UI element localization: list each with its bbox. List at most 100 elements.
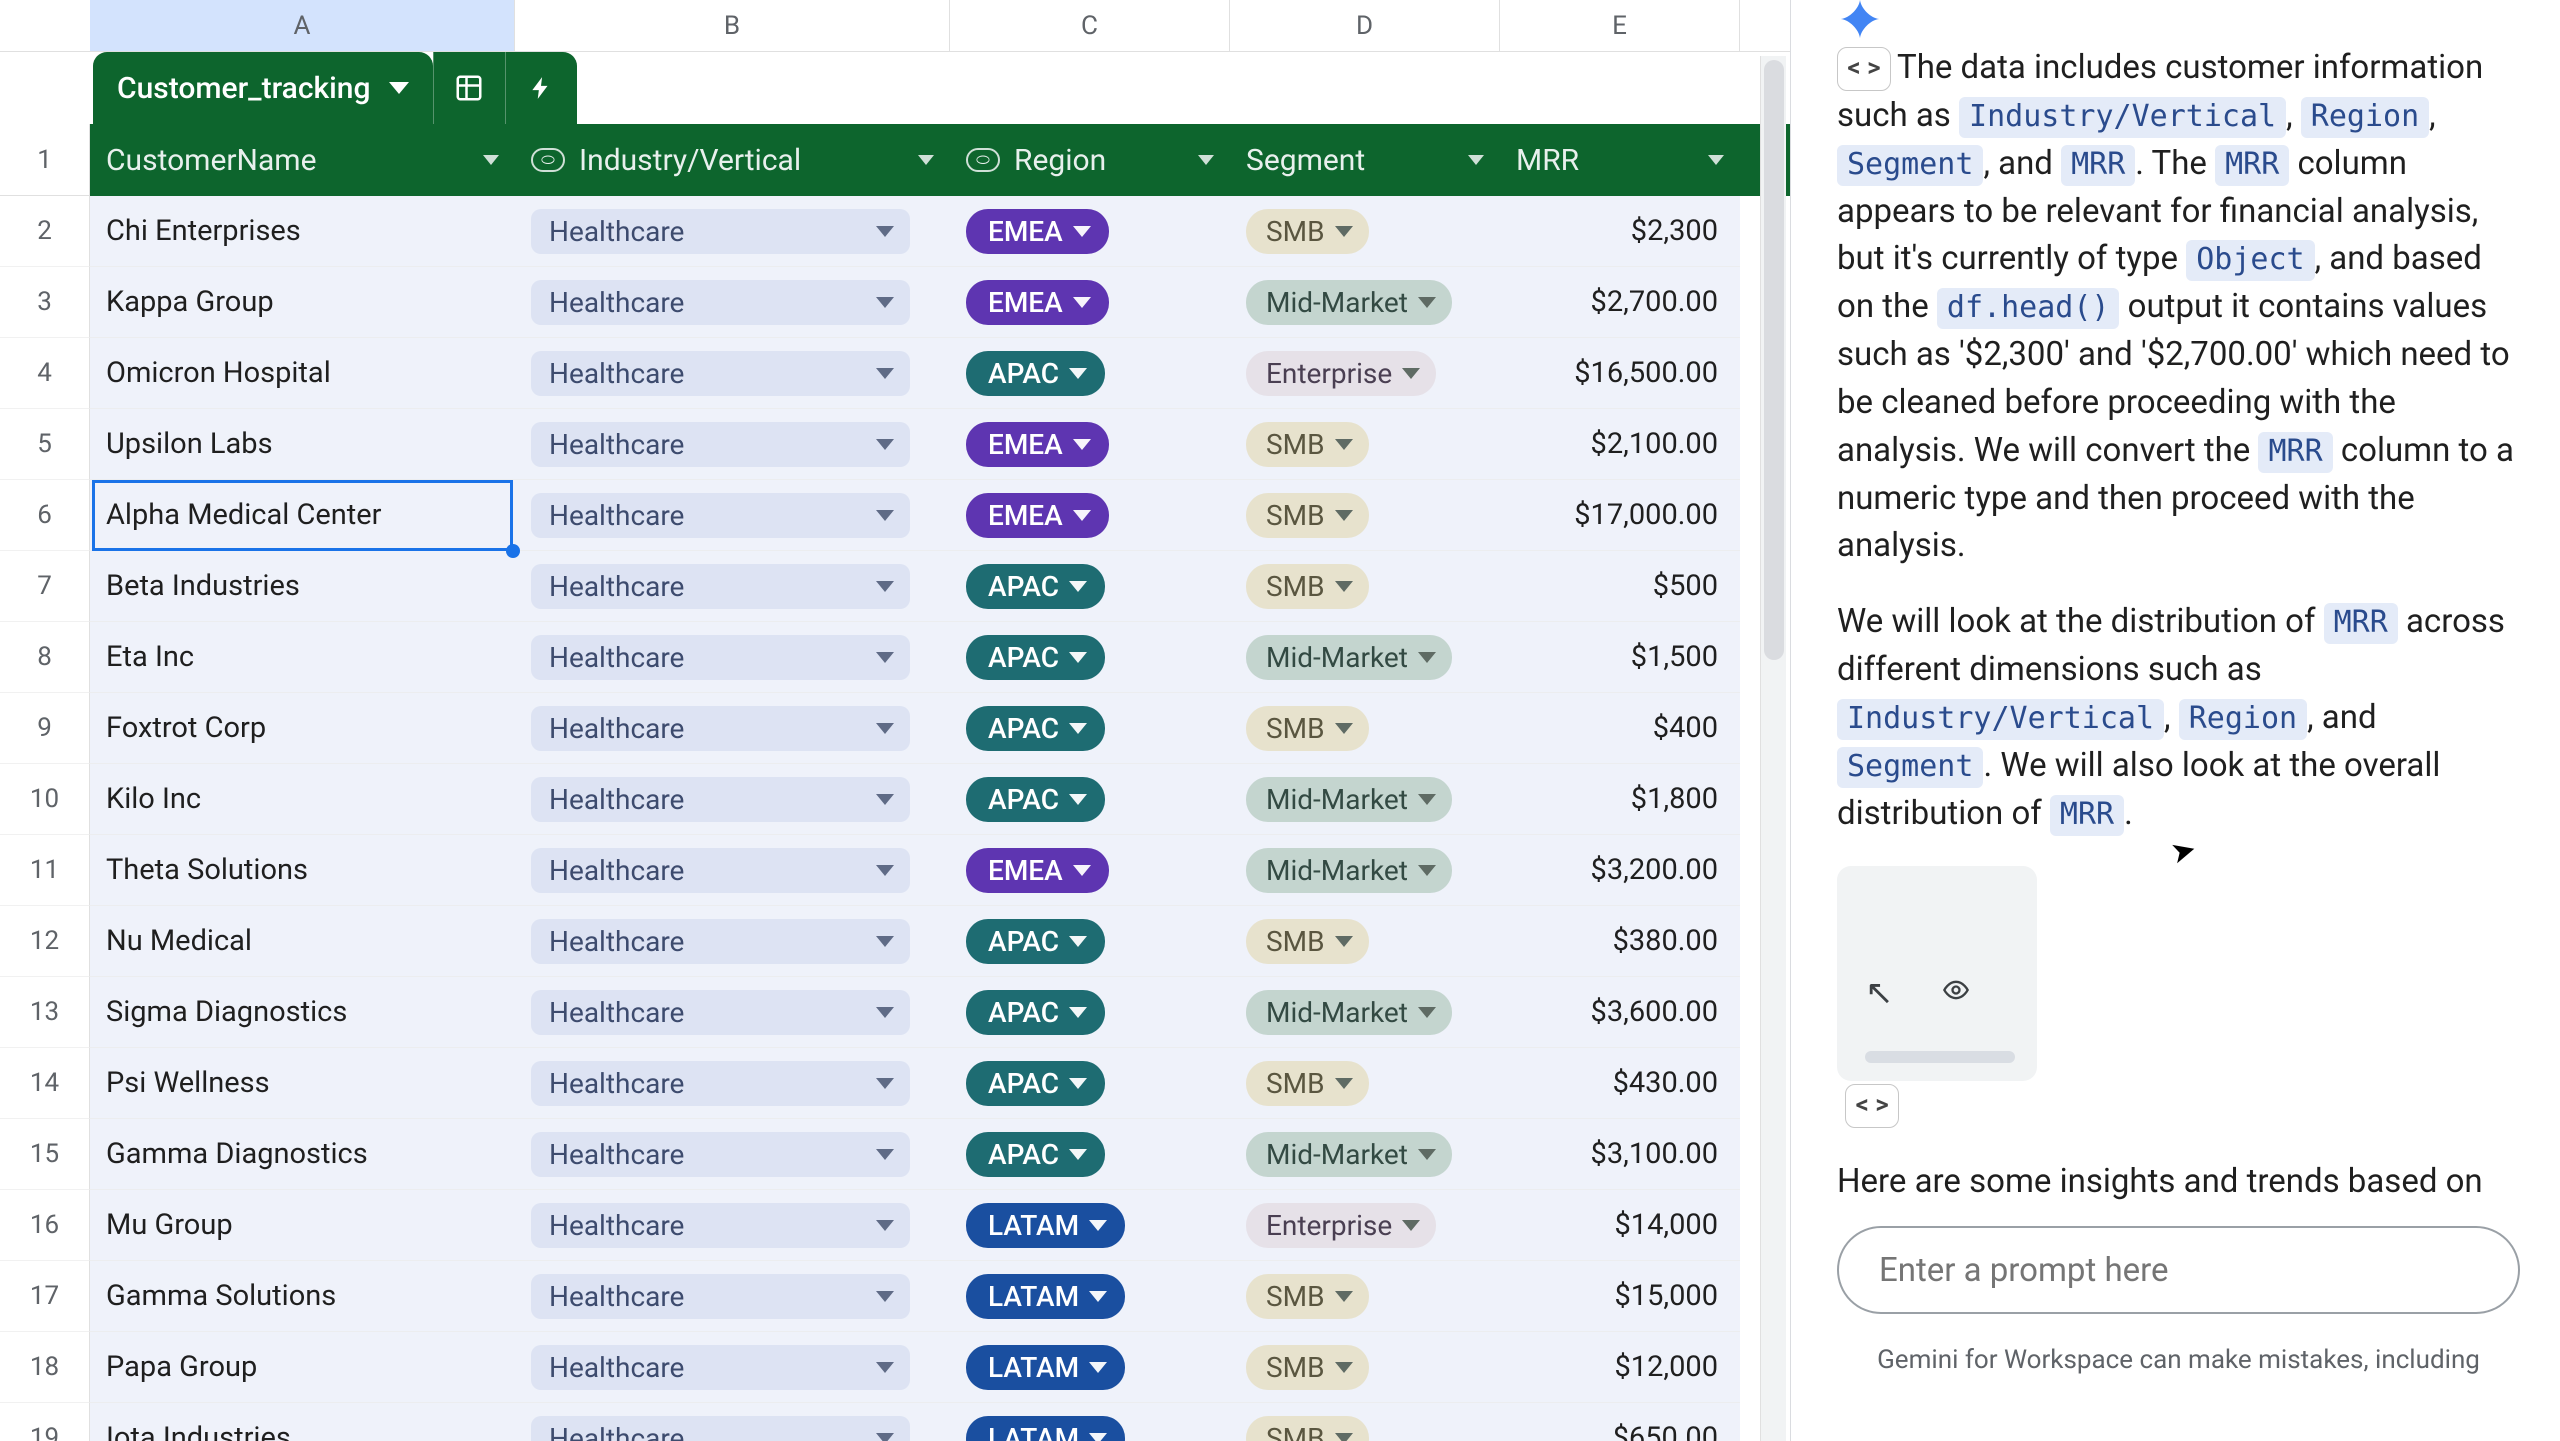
segment-chip[interactable]: Mid-Market (1246, 848, 1452, 893)
cell-segment[interactable]: SMB (1230, 551, 1500, 622)
industry-dropdown[interactable]: Healthcare (531, 1061, 910, 1106)
industry-dropdown[interactable]: Healthcare (531, 706, 910, 751)
cell-segment[interactable]: Mid-Market (1230, 1119, 1500, 1190)
cell-customername[interactable]: Eta Inc (90, 622, 515, 693)
cell-segment[interactable]: SMB (1230, 1403, 1500, 1441)
segment-chip[interactable]: Mid-Market (1246, 990, 1452, 1035)
cell-mrr[interactable]: $2,700.00 (1500, 267, 1740, 338)
region-chip[interactable]: LATAM (966, 1203, 1125, 1248)
selection-fill-handle[interactable] (506, 544, 520, 558)
cell-segment[interactable]: Enterprise (1230, 1190, 1500, 1261)
region-chip[interactable]: EMEA (966, 280, 1109, 325)
column-letter-E[interactable]: E (1500, 0, 1740, 51)
industry-dropdown[interactable]: Healthcare (531, 1203, 910, 1248)
cell-mrr[interactable]: $1,800 (1500, 764, 1740, 835)
segment-chip[interactable]: SMB (1246, 422, 1369, 467)
cell-region[interactable]: LATAM (950, 1332, 1230, 1403)
cell-mrr[interactable]: $3,600.00 (1500, 977, 1740, 1048)
cell-region[interactable]: APAC (950, 338, 1230, 409)
row-number[interactable]: 16 (0, 1190, 90, 1261)
cell-region[interactable]: APAC (950, 551, 1230, 622)
cell-industry[interactable]: Healthcare (515, 1332, 950, 1403)
cell-customername[interactable]: Alpha Medical Center (90, 480, 515, 551)
cell-mrr[interactable]: $15,000 (1500, 1261, 1740, 1332)
cell-mrr[interactable]: $17,000.00 (1500, 480, 1740, 551)
segment-chip[interactable]: SMB (1246, 919, 1369, 964)
cell-mrr[interactable]: $380.00 (1500, 906, 1740, 977)
cell-segment[interactable]: SMB (1230, 1048, 1500, 1119)
cell-industry[interactable]: Healthcare (515, 977, 950, 1048)
cell-mrr[interactable]: $650.00 (1500, 1403, 1740, 1441)
cell-segment[interactable]: Mid-Market (1230, 977, 1500, 1048)
cell-industry[interactable]: Healthcare (515, 480, 950, 551)
region-chip[interactable]: APAC (966, 1132, 1105, 1177)
table-grid-icon[interactable] (433, 52, 505, 124)
cell-customername[interactable]: Chi Enterprises (90, 196, 515, 267)
cell-mrr[interactable]: $400 (1500, 693, 1740, 764)
cell-industry[interactable]: Healthcare (515, 551, 950, 622)
row-number[interactable]: 10 (0, 764, 90, 835)
cell-segment[interactable]: SMB (1230, 1261, 1500, 1332)
cell-industry[interactable]: Healthcare (515, 622, 950, 693)
vertical-scrollbar[interactable] (1760, 56, 1786, 1441)
row-number[interactable]: 3 (0, 267, 90, 338)
region-chip[interactable]: LATAM (966, 1416, 1125, 1441)
code-toggle-button[interactable]: < > (1845, 1084, 1899, 1128)
cell-segment[interactable]: SMB (1230, 480, 1500, 551)
cell-customername[interactable]: Mu Group (90, 1190, 515, 1261)
industry-dropdown[interactable]: Healthcare (531, 1274, 910, 1319)
cell-segment[interactable]: Mid-Market (1230, 835, 1500, 906)
cell-region[interactable]: APAC (950, 1048, 1230, 1119)
industry-dropdown[interactable]: Healthcare (531, 351, 910, 396)
cell-mrr[interactable]: $2,300 (1500, 196, 1740, 267)
cell-region[interactable]: APAC (950, 906, 1230, 977)
region-chip[interactable]: APAC (966, 706, 1105, 751)
cell-region[interactable]: EMEA (950, 835, 1230, 906)
cell-customername[interactable]: Sigma Diagnostics (90, 977, 515, 1048)
cell-segment[interactable]: SMB (1230, 906, 1500, 977)
cell-region[interactable]: APAC (950, 977, 1230, 1048)
row-number[interactable]: 18 (0, 1332, 90, 1403)
table-tab[interactable]: Customer_tracking (93, 52, 433, 124)
header-region[interactable]: ⬭ Region (950, 143, 1230, 178)
cell-customername[interactable]: Nu Medical (90, 906, 515, 977)
segment-chip[interactable]: SMB (1246, 1061, 1369, 1106)
cell-region[interactable]: LATAM (950, 1261, 1230, 1332)
header-mrr[interactable]: MRR (1500, 143, 1740, 178)
segment-chip[interactable]: Enterprise (1246, 351, 1436, 396)
cell-segment[interactable]: Mid-Market (1230, 764, 1500, 835)
cell-region[interactable]: APAC (950, 1119, 1230, 1190)
cell-segment[interactable]: SMB (1230, 196, 1500, 267)
header-segment[interactable]: Segment (1230, 143, 1500, 178)
scrollbar-thumb[interactable] (1764, 60, 1784, 660)
cell-mrr[interactable]: $3,100.00 (1500, 1119, 1740, 1190)
cell-customername[interactable]: Gamma Diagnostics (90, 1119, 515, 1190)
cell-segment[interactable]: Mid-Market (1230, 267, 1500, 338)
region-chip[interactable]: APAC (966, 635, 1105, 680)
cell-mrr[interactable]: $500 (1500, 551, 1740, 622)
region-chip[interactable]: APAC (966, 777, 1105, 822)
row-number[interactable]: 2 (0, 196, 90, 267)
row-number[interactable]: 8 (0, 622, 90, 693)
region-chip[interactable]: EMEA (966, 493, 1109, 538)
industry-dropdown[interactable]: Healthcare (531, 209, 910, 254)
segment-chip[interactable]: Mid-Market (1246, 635, 1452, 680)
cell-mrr[interactable]: $12,000 (1500, 1332, 1740, 1403)
segment-chip[interactable]: Mid-Market (1246, 777, 1452, 822)
cell-region[interactable]: EMEA (950, 196, 1230, 267)
cell-industry[interactable]: Healthcare (515, 1048, 950, 1119)
industry-dropdown[interactable]: Healthcare (531, 1345, 910, 1390)
industry-dropdown[interactable]: Healthcare (531, 777, 910, 822)
row-number[interactable]: 17 (0, 1261, 90, 1332)
cell-customername[interactable]: Psi Wellness (90, 1048, 515, 1119)
cell-industry[interactable]: Healthcare (515, 1119, 950, 1190)
cell-industry[interactable]: Healthcare (515, 906, 950, 977)
cell-customername[interactable]: Upsilon Labs (90, 409, 515, 480)
cell-segment[interactable]: SMB (1230, 1332, 1500, 1403)
row-number[interactable]: 9 (0, 693, 90, 764)
industry-dropdown[interactable]: Healthcare (531, 493, 910, 538)
chart-thumbnail[interactable]: ↖ (1837, 866, 2037, 1081)
industry-dropdown[interactable]: Healthcare (531, 280, 910, 325)
region-chip[interactable]: APAC (966, 351, 1105, 396)
cell-industry[interactable]: Healthcare (515, 338, 950, 409)
